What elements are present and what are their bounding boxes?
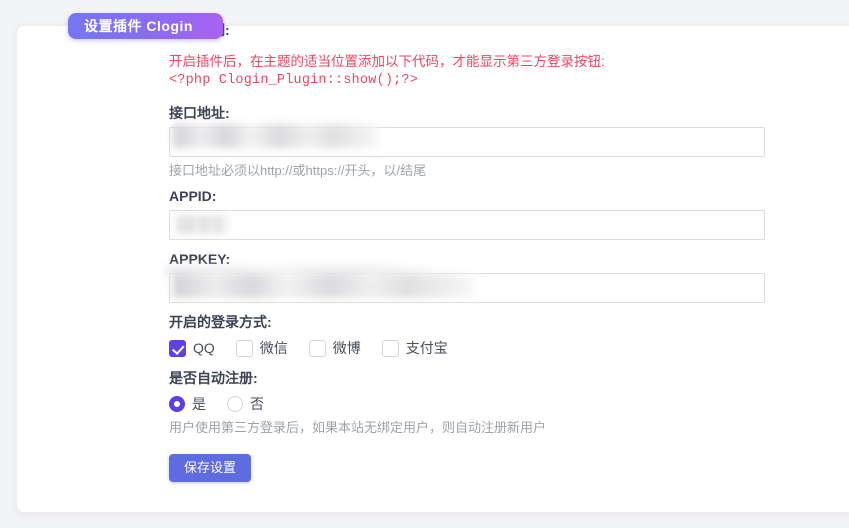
usage-warning-text: 开启插件后，在主题的适当位置添加以下代码，才能显示第三方登录按钮: [169,54,605,69]
settings-form: 使用说明: 开启插件后，在主题的适当位置添加以下代码，才能显示第三方登录按钮: … [165,0,769,482]
usage-code-snippet: <?php Clogin_Plugin::show();?> [169,73,419,88]
save-settings-button[interactable]: 保存设置 [169,454,252,482]
checkbox-label: 微博 [332,340,361,356]
appid-input-wrap [169,210,765,240]
login-methods-label: 开启的登录方式: [169,314,272,330]
login-methods-group: QQ 微信 微博 支付宝 [169,338,769,358]
auto-register-label: 是否自动注册: [169,370,258,386]
api-url-helper: 接口地址必须以http://或https://开头，以/结尾 [169,163,427,178]
appkey-input-wrap [165,266,765,303]
plugin-settings-page: { "page": { "background_color": "#f3f4f5… [0,0,849,528]
appkey-input[interactable] [169,273,765,303]
checkbox-option-qq[interactable]: QQ [169,339,215,357]
auto-register-helper: 用户使用第三方登录后，如果本站无绑定用户，则自动注册新用户 [169,420,547,435]
usage-label: 使用说明: [169,23,769,37]
radio-option-no[interactable]: 否 [227,394,264,414]
checkbox-label: 支付宝 [405,340,448,356]
radio-unselected-icon[interactable] [227,396,243,412]
checkbox-checked-icon[interactable] [169,339,186,357]
radio-label: 是 [192,396,206,412]
api-url-input-wrap [169,124,765,157]
appid-label: APPID: [169,188,217,204]
api-url-label: 接口地址: [169,105,230,121]
checkbox-unchecked-icon[interactable] [308,339,326,357]
appid-input[interactable] [169,210,765,240]
auto-register-group: 是 否 [169,394,769,414]
checkbox-option-alipay[interactable]: 支付宝 [381,338,448,358]
checkbox-label: QQ [193,340,215,356]
checkbox-unchecked-icon[interactable] [235,339,253,357]
checkbox-option-weibo[interactable]: 微博 [308,338,361,358]
checkbox-option-wechat[interactable]: 微信 [235,338,288,358]
plugin-title-badge: 设置插件 Clogin [68,13,223,39]
checkbox-unchecked-icon[interactable] [381,339,399,357]
checkbox-label: 微信 [259,340,288,356]
radio-option-yes[interactable]: 是 [169,394,206,414]
appkey-label: APPKEY: [169,251,231,267]
api-url-input[interactable] [169,127,765,157]
radio-label: 否 [250,396,264,412]
usage-instructions: 开启插件后，在主题的适当位置添加以下代码，才能显示第三方登录按钮: <?php … [169,53,769,90]
radio-selected-icon[interactable] [169,396,185,412]
